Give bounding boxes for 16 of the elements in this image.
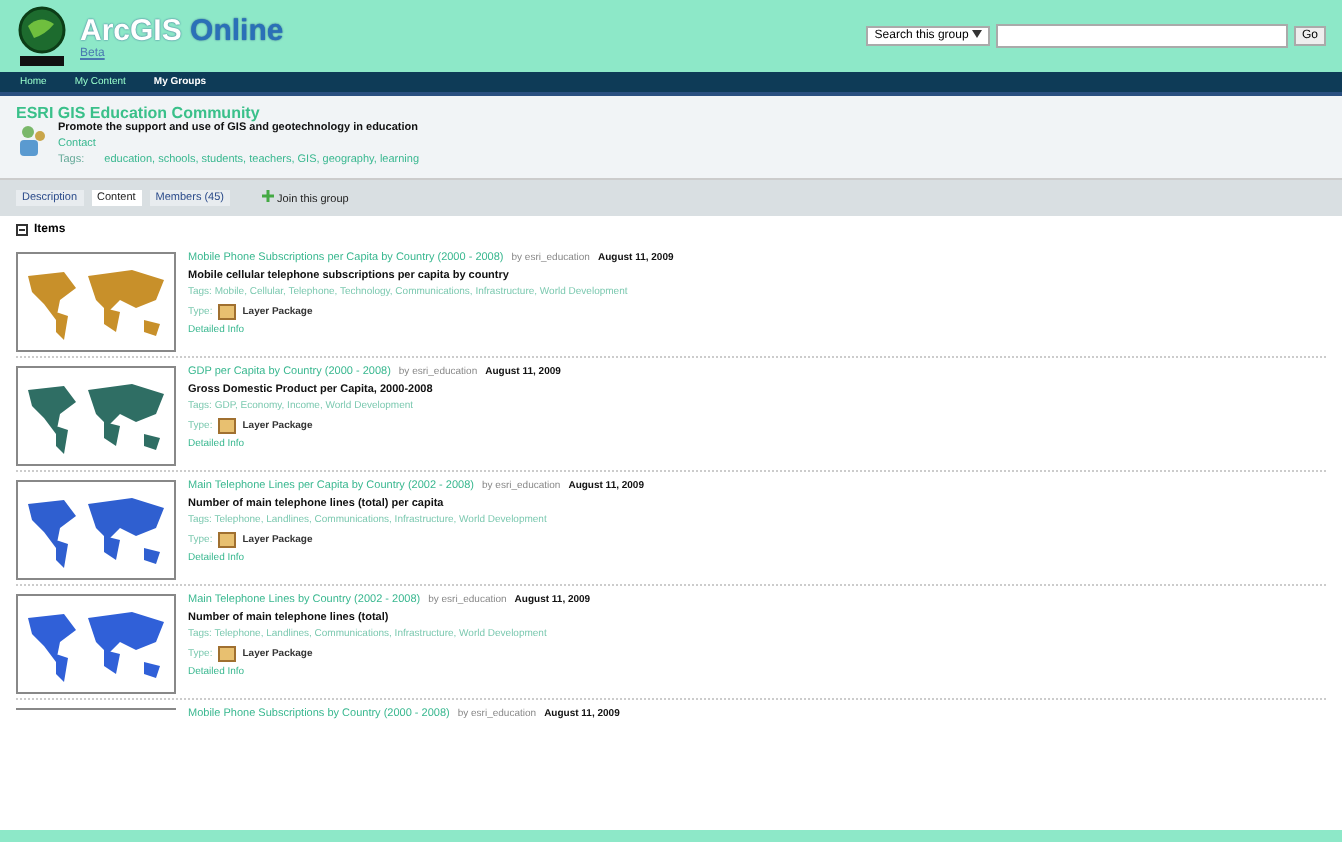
- world-map-thumbnail[interactable]: [16, 252, 176, 352]
- plus-icon: [262, 190, 275, 202]
- package-icon: [218, 531, 237, 547]
- caret-icon: [971, 30, 982, 38]
- world-map-thumbnail[interactable]: [16, 594, 176, 694]
- people-icon: [16, 122, 48, 158]
- globe-logo-icon: [16, 6, 68, 66]
- product-logo-text: ArcGIS Online: [80, 13, 284, 47]
- search-field[interactable]: [995, 24, 1288, 48]
- package-icon: [218, 417, 237, 433]
- collapse-icon[interactable]: [16, 224, 28, 236]
- world-map-thumbnail[interactable]: [16, 366, 176, 466]
- group-title: ESRI GIS Education Community: [16, 104, 262, 122]
- world-map-thumbnail[interactable]: [16, 480, 176, 580]
- package-icon: [218, 645, 237, 661]
- package-icon: [218, 303, 237, 319]
